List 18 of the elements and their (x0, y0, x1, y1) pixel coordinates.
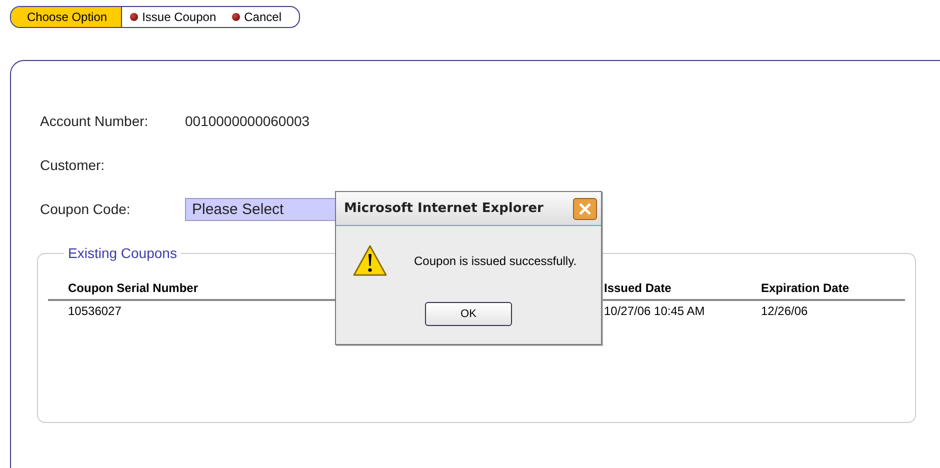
field-label: Account Number: (40, 113, 150, 129)
close-button[interactable] (573, 198, 597, 220)
field-label: Coupon Code: (40, 201, 132, 217)
table-cell-text: 10/27/06 10:45 AM (604, 303, 705, 318)
field-label: Customer: (40, 157, 106, 173)
column-header: Issued Date (604, 281, 761, 301)
dialog-message: Coupon is issued successfully. (414, 254, 577, 268)
table-cell-text: 12/26/06 (761, 303, 808, 318)
column-header: Expiration Date (761, 281, 905, 301)
field-value: 0010000000060003 (185, 113, 310, 129)
ok-button[interactable]: OK (425, 302, 512, 326)
table-cell-text: 10536027 (68, 303, 122, 318)
warning-icon (352, 244, 388, 278)
choose-option-label: Choose Option (11, 7, 122, 27)
toolbar-action[interactable]: Cancel (224, 7, 300, 27)
group-title: Existing Coupons (67, 245, 178, 261)
close-icon (578, 202, 592, 216)
toolbar-action[interactable]: Issue Coupon (122, 7, 224, 27)
